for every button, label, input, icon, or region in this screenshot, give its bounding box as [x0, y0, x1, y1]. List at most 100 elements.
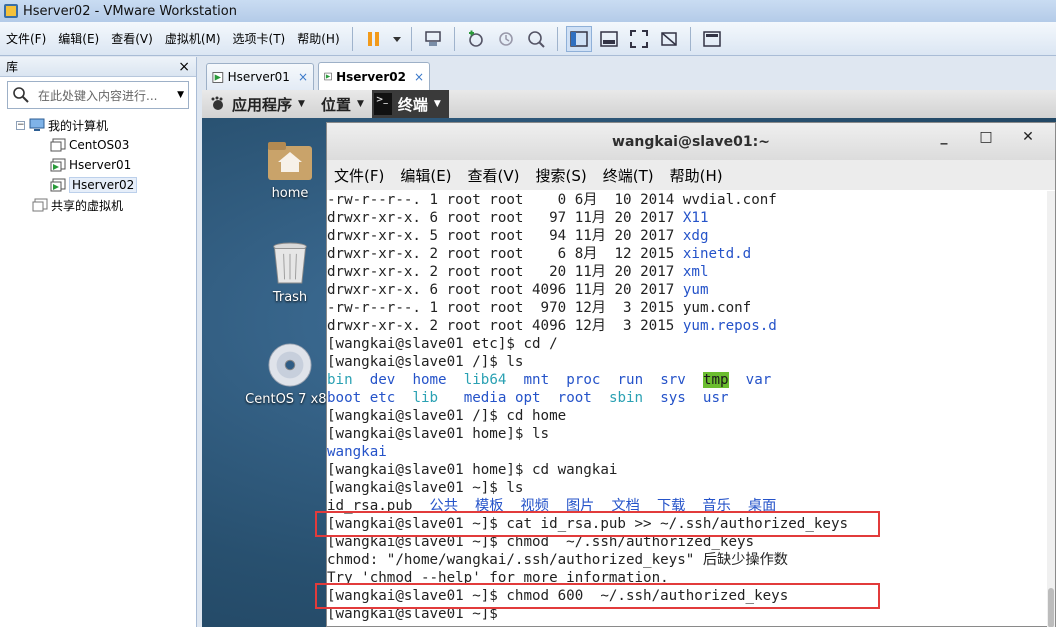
tab-close-icon[interactable]: × [414, 70, 424, 84]
terminal-text: drwxr-xr-x. 2 root root 20 11月 20 2017 [327, 264, 683, 280]
vm-console[interactable]: 应用程序 ▼ 位置 ▼ >_ 终端 ▼ home Trash CentOS 7 x86… [202, 90, 1056, 627]
terminal-line: [wangkai@slave01 etc]$ cd / [327, 335, 1047, 353]
menu-vm[interactable]: 虚拟机(M) [159, 22, 227, 56]
snapshot-revert-icon[interactable] [493, 26, 519, 52]
terminal-line: [wangkai@slave01 /]$ cd home [327, 407, 1047, 425]
terminal-line: -rw-r--r--. 1 root root 0 6月 10 2014 wvd… [327, 191, 1047, 209]
search-dropdown-icon[interactable]: ▼ [177, 90, 184, 100]
tab-hserver01[interactable]: Hserver01 × [206, 63, 314, 90]
terminal-text: yum [682, 282, 709, 298]
terminal-text: X11 [682, 210, 709, 226]
library-close-button[interactable]: × [178, 60, 190, 74]
terminal-text: [wangkai@slave01 /]$ ls [327, 354, 524, 370]
vm-tabstrip: Hserver01 × Hserver02 × [200, 57, 1056, 90]
home-folder-icon [268, 142, 312, 180]
terminal-line: -rw-r--r--. 1 root root 970 12月 3 2015 y… [327, 299, 1047, 317]
terminal-text: xml [682, 264, 709, 280]
terminal-line: [wangkai@slave01 ~]$ ls [327, 479, 1047, 497]
terminal-text: bin [327, 372, 353, 388]
terminal-text: opt [514, 390, 541, 406]
vm-running-icon [50, 178, 66, 192]
terminal-text: xdg [682, 228, 709, 244]
pause-icon[interactable] [361, 26, 387, 52]
terminal-output[interactable]: -rw-r--r--. 1 root root 0 6月 10 2014 wvd… [327, 191, 1047, 627]
tab-hserver02[interactable]: Hserver02 × [318, 62, 430, 90]
menu-view[interactable]: 查看(V) [105, 22, 159, 56]
terminal-menu-edit[interactable]: 编辑(E) [400, 165, 451, 186]
vm-off-icon [50, 138, 66, 152]
tab-close-icon[interactable]: × [298, 70, 308, 84]
view-unity-icon[interactable] [656, 26, 682, 52]
gnome-applications-label: 应用程序 [232, 95, 293, 114]
terminal-line: drwxr-xr-x. 2 root root 6 8月 12 2015 xin… [327, 245, 1047, 263]
pause-dropdown-icon[interactable] [391, 26, 403, 52]
terminal-text: etc [369, 390, 396, 406]
gnome-places-menu[interactable]: 位置 ▼ [313, 94, 372, 115]
terminal-line: boot etc lib media opt root sbin sys usr [327, 389, 1047, 407]
tree-item-my-computer[interactable]: − 我的计算机 [0, 115, 197, 135]
view-console-icon[interactable] [596, 26, 622, 52]
annotation-highlight-box [315, 583, 880, 609]
gnome-terminal-task[interactable]: >_ 终端 ▼ [371, 90, 449, 118]
toolbar-separator [453, 26, 455, 51]
tree-item-hserver02[interactable]: Hserver02 [0, 175, 197, 195]
maximize-button[interactable]: □ [965, 129, 1007, 145]
menu-file[interactable]: 文件(F) [0, 22, 52, 56]
terminal-text: drwxr-xr-x. 6 root root 4096 11月 20 2017 [327, 282, 683, 298]
terminal-window[interactable]: wangkai@slave01:~ _ □ ✕ 文件(F) 编辑(E) 查看(V… [315, 122, 1056, 627]
terminal-text: media [463, 390, 507, 406]
terminal-menu-search[interactable]: 搜索(S) [536, 165, 587, 186]
tree-item-shared-vms[interactable]: 共享的虚拟机 [0, 195, 197, 215]
tree-item-label: 共享的虚拟机 [51, 198, 124, 213]
toolbar-separator [689, 26, 691, 51]
menu-tabs[interactable]: 选项卡(T) [227, 22, 292, 56]
tree-item-label: Hserver01 [69, 158, 132, 172]
terminal-text: yum.conf [682, 300, 752, 316]
terminal-scrollbar[interactable] [1047, 191, 1055, 627]
close-button[interactable]: ✕ [1007, 129, 1049, 145]
terminal-text: [wangkai@slave01 ~]$ ls [327, 480, 524, 496]
send-keys-icon[interactable] [420, 26, 446, 52]
terminal-text: sys [660, 390, 686, 406]
terminal-text: -rw-r--r--. 1 root root 0 6月 10 2014 [327, 192, 683, 208]
view-fullscreen-icon[interactable] [626, 26, 652, 52]
view-library-icon[interactable] [565, 25, 592, 52]
terminal-text: srv [660, 372, 686, 388]
terminal-menu-terminal[interactable]: 终端(T) [603, 165, 654, 186]
terminal-text: drwxr-xr-x. 2 root root 6 8月 12 2015 [327, 246, 683, 262]
tree-item-centos03[interactable]: CentOS03 [0, 135, 197, 155]
tree-expander[interactable]: − [16, 120, 25, 130]
minimize-button[interactable]: _ [923, 129, 965, 145]
tree-item-label: CentOS03 [69, 138, 130, 152]
terminal-menu-help[interactable]: 帮助(H) [670, 165, 723, 186]
window-titlebar: Hserver02 - VMware Workstation [0, 0, 1056, 22]
terminal-text: drwxr-xr-x. 2 root root 4096 12月 3 2015 [327, 318, 683, 334]
snapshot-manager-icon[interactable] [523, 26, 549, 52]
snapshot-take-icon[interactable] [463, 26, 489, 52]
terminal-menu-file[interactable]: 文件(F) [334, 165, 384, 186]
terminal-line: [wangkai@slave01 home]$ cd wangkai [327, 461, 1047, 479]
gnome-foot-icon [211, 96, 223, 110]
tab-label: Hserver02 [336, 69, 406, 84]
terminal-menu-view[interactable]: 查看(V) [468, 165, 520, 186]
view-thumbnail-icon[interactable] [699, 26, 725, 52]
terminal-text: wvdial.conf [682, 192, 777, 208]
library-search-input[interactable]: 在此处键入内容进行... ▼ [7, 81, 189, 109]
library-search-placeholder: 在此处键入内容进行... [38, 88, 158, 103]
menu-help[interactable]: 帮助(H) [291, 22, 345, 56]
terminal-menubar: 文件(F) 编辑(E) 查看(V) 搜索(S) 终端(T) 帮助(H) [327, 160, 1055, 190]
gnome-applications-menu[interactable]: 应用程序 ▼ [202, 94, 313, 115]
gnome-terminal-label: 终端 [397, 95, 428, 114]
menu-edit[interactable]: 编辑(E) [52, 22, 105, 56]
terminal-titlebar[interactable]: wangkai@slave01:~ _ □ ✕ [327, 123, 1055, 160]
tree-item-hserver01[interactable]: Hserver01 [0, 155, 197, 175]
terminal-line: drwxr-xr-x. 2 root root 20 11月 20 2017 x… [327, 263, 1047, 281]
terminal-text: run [617, 372, 644, 388]
scrollbar-thumb[interactable] [1048, 588, 1054, 627]
